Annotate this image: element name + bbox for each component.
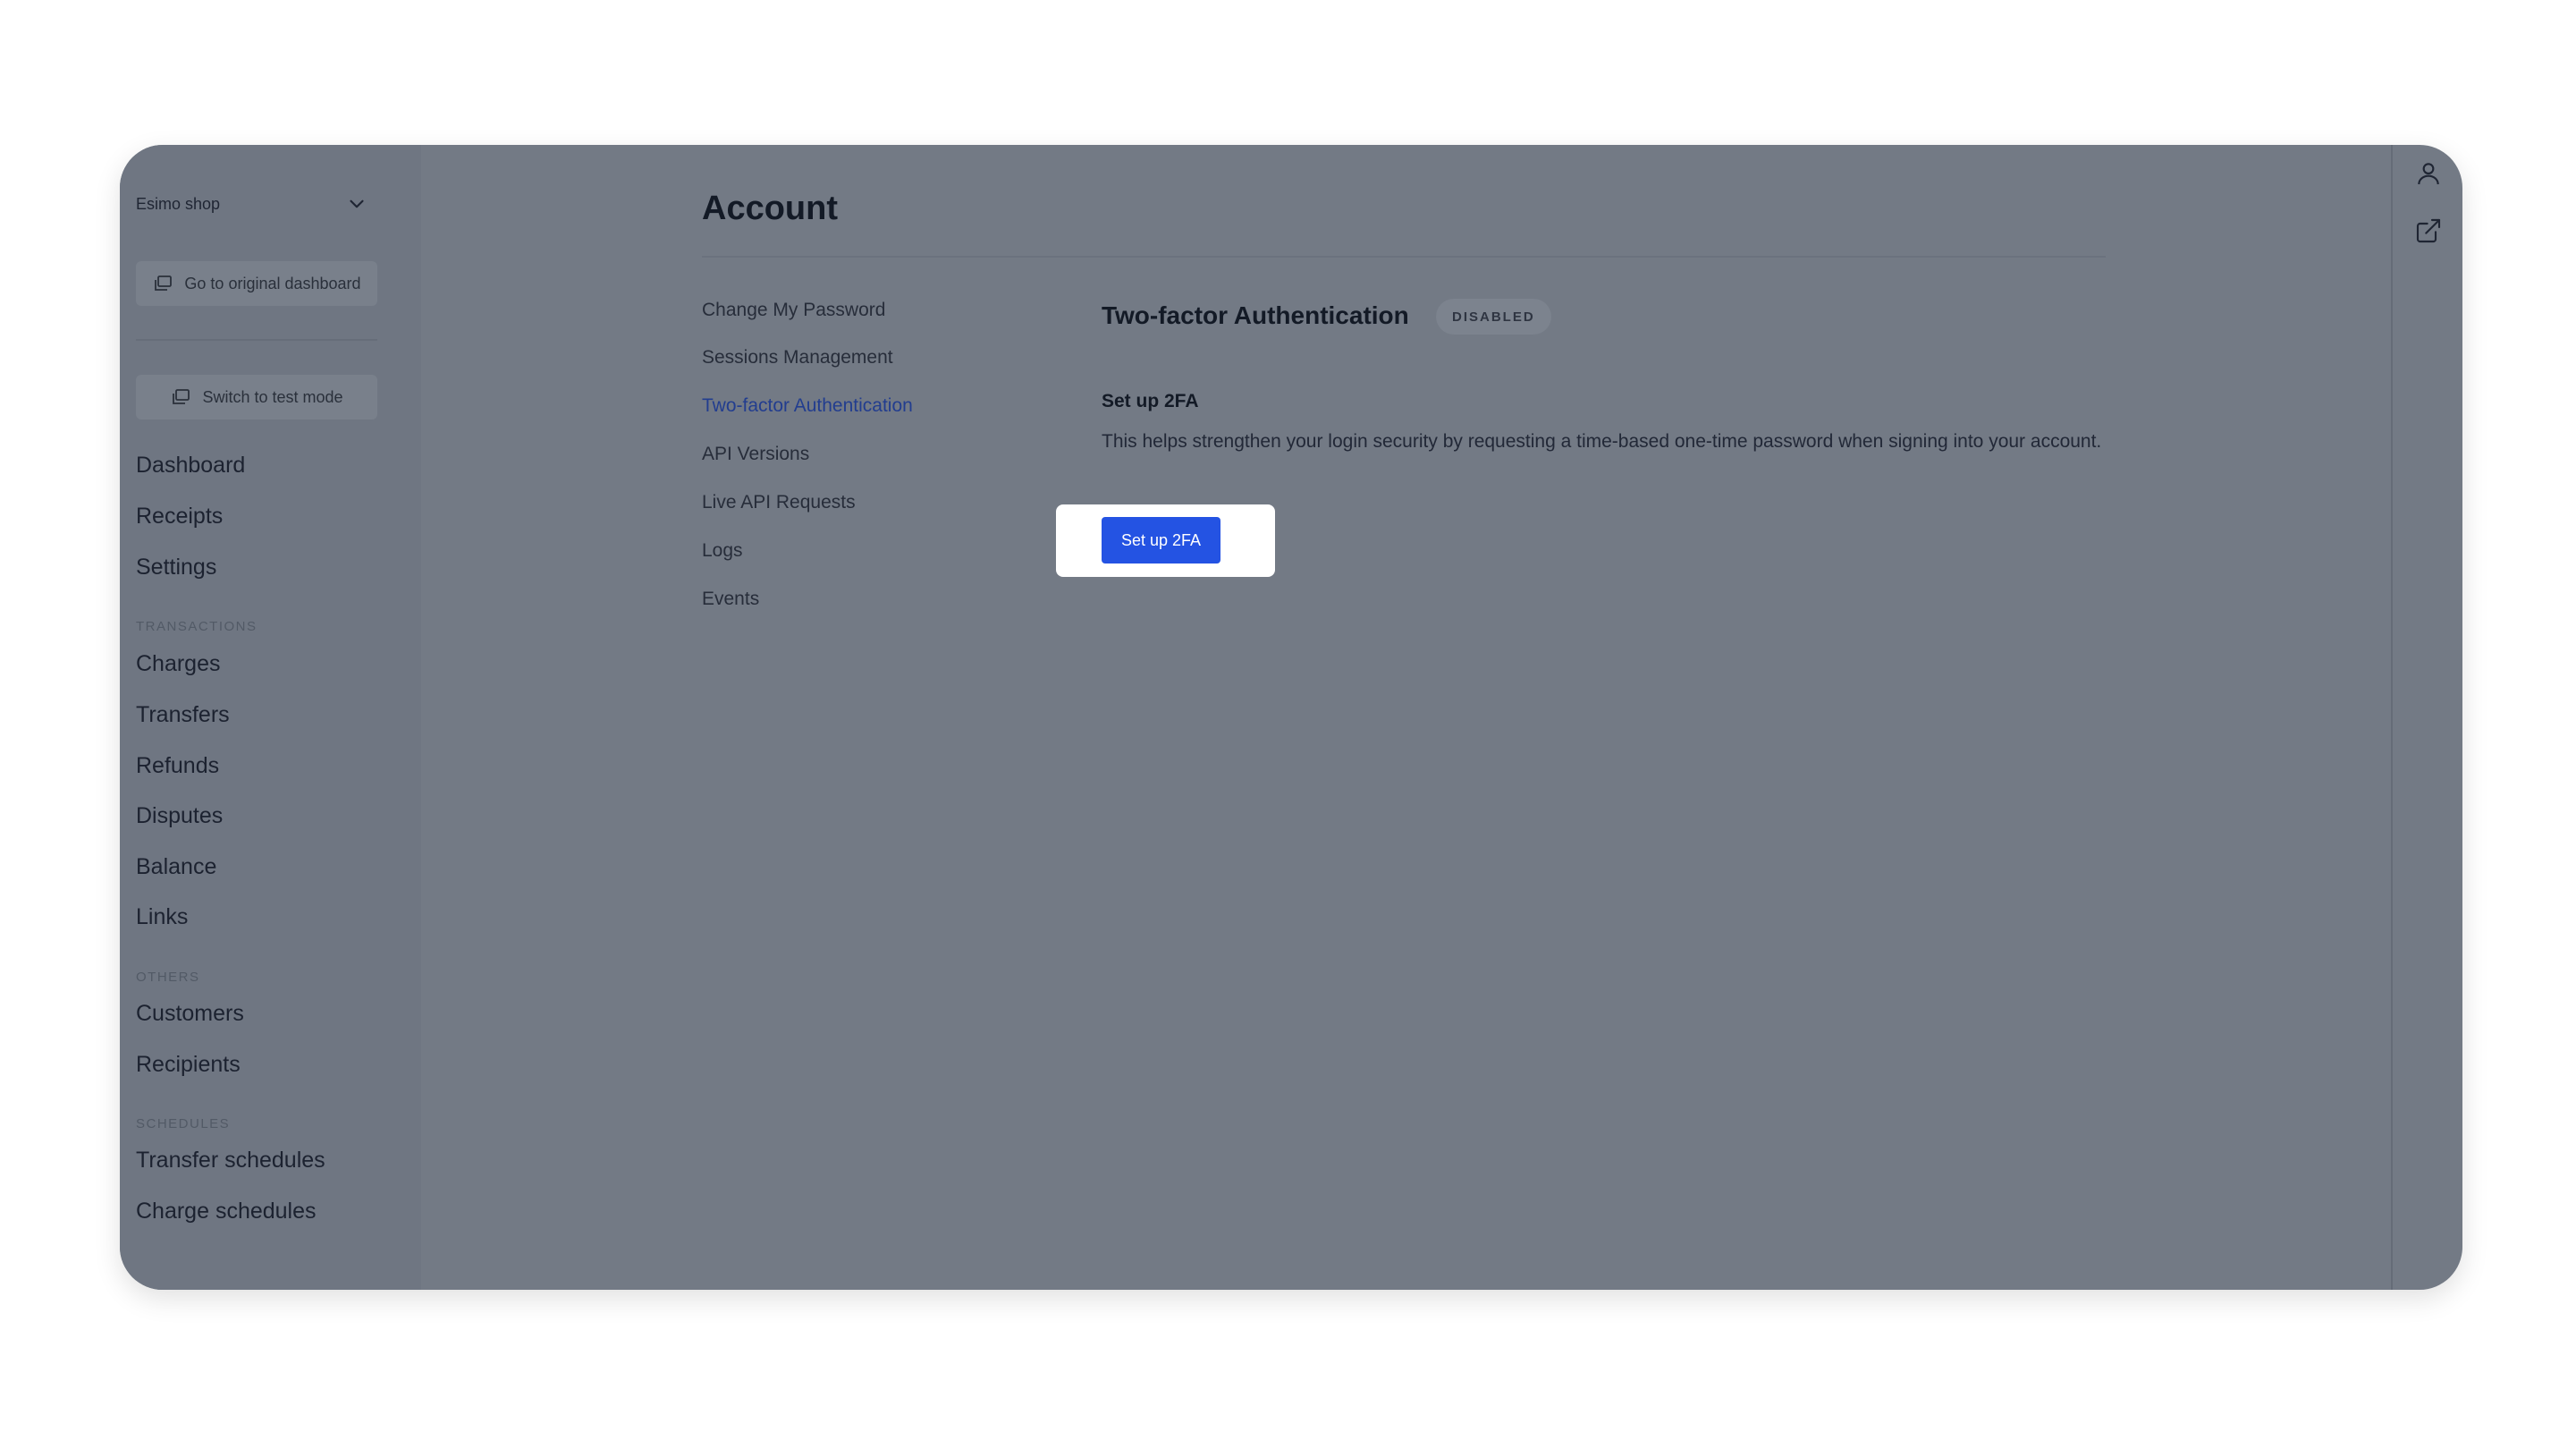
- sidebar-item-dashboard[interactable]: Dashboard: [136, 453, 245, 479]
- user-icon[interactable]: [2414, 159, 2443, 188]
- sidebar-section-transactions: TRANSACTIONS: [136, 619, 258, 634]
- sidebar: Esimo shop Go to original dashboard Swit…: [120, 145, 421, 1290]
- test-mode-label: Switch to test mode: [202, 387, 343, 406]
- sidebar-item-disputes[interactable]: Disputes: [136, 803, 223, 829]
- go-to-original-dashboard-button[interactable]: Go to original dashboard: [136, 261, 377, 306]
- sidebar-item-refunds[interactable]: Refunds: [136, 753, 219, 779]
- sidebar-item-receipts[interactable]: Receipts: [136, 504, 223, 530]
- subnav-sessions-management[interactable]: Sessions Management: [702, 347, 893, 369]
- sidebar-item-links[interactable]: Links: [136, 904, 188, 930]
- status-badge: DISABLED: [1436, 299, 1551, 335]
- sidebar-item-charges[interactable]: Charges: [136, 651, 221, 677]
- subnav-events[interactable]: Events: [702, 589, 759, 610]
- sidebar-section-schedules: SCHEDULES: [136, 1116, 231, 1131]
- shop-name: Esimo shop: [136, 194, 221, 213]
- sidebar-item-transfers[interactable]: Transfers: [136, 702, 230, 728]
- subnav-live-api-requests[interactable]: Live API Requests: [702, 492, 856, 513]
- subnav-two-factor-authentication[interactable]: Two-factor Authentication: [702, 395, 913, 417]
- sidebar-item-transfer-schedules[interactable]: Transfer schedules: [136, 1148, 325, 1174]
- subnav-api-versions[interactable]: API Versions: [702, 444, 809, 465]
- title-divider: [702, 256, 2106, 258]
- subnav-logs[interactable]: Logs: [702, 540, 743, 562]
- setup-heading: Set up 2FA: [1102, 391, 1199, 411]
- chevron-down-icon: [350, 199, 364, 208]
- sidebar-section-others: OTHERS: [136, 970, 200, 985]
- section-title: Two-factor Authentication: [1102, 301, 1409, 329]
- sidebar-divider: [136, 339, 377, 341]
- setup-description: This helps strengthen your login securit…: [1102, 431, 2102, 452]
- window-stack-icon: [173, 389, 190, 404]
- sidebar-item-charge-schedules[interactable]: Charge schedules: [136, 1199, 317, 1224]
- sidebar-item-settings[interactable]: Settings: [136, 555, 216, 580]
- switch-to-test-mode-button[interactable]: Switch to test mode: [136, 375, 377, 419]
- sidebar-item-recipients[interactable]: Recipients: [136, 1052, 241, 1078]
- external-link-icon[interactable]: [2414, 216, 2443, 245]
- page-title: Account: [702, 190, 838, 227]
- app-window: Esimo shop Go to original dashboard Swit…: [120, 145, 2462, 1290]
- sidebar-item-customers[interactable]: Customers: [136, 1001, 244, 1027]
- go-original-label: Go to original dashboard: [184, 274, 361, 292]
- shop-selector[interactable]: Esimo shop: [136, 186, 368, 222]
- subnav-change-password[interactable]: Change My Password: [702, 300, 885, 321]
- window-stack-icon: [155, 275, 173, 291]
- right-rail: [2391, 145, 2462, 1290]
- set-up-2fa-button[interactable]: Set up 2FA: [1102, 517, 1220, 563]
- sidebar-item-balance[interactable]: Balance: [136, 854, 216, 880]
